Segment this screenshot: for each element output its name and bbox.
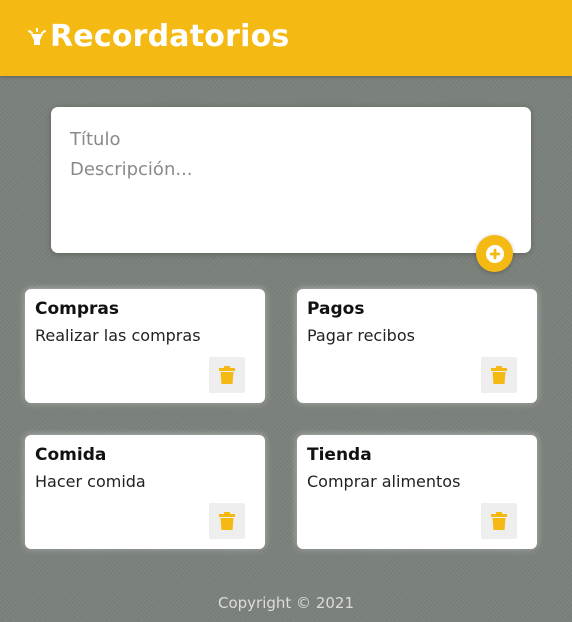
note-description: Comprar alimentos xyxy=(307,472,461,491)
trash-icon xyxy=(491,512,507,530)
delete-note-button[interactable] xyxy=(481,357,517,393)
note-title: Tienda xyxy=(307,445,372,465)
delete-note-button[interactable] xyxy=(209,357,245,393)
note-title: Comida xyxy=(35,445,107,465)
note-description: Hacer comida xyxy=(35,472,146,491)
note-card: Compras Realizar las compras xyxy=(25,289,265,403)
trash-icon xyxy=(219,366,235,384)
footer: Copyright © 2021 xyxy=(0,594,572,612)
description-input[interactable] xyxy=(70,159,510,239)
note-card: Comida Hacer comida xyxy=(25,435,265,549)
plus-circle-icon xyxy=(485,244,504,263)
delete-note-button[interactable] xyxy=(481,503,517,539)
note-title: Compras xyxy=(35,299,120,319)
add-reminder-button[interactable] xyxy=(476,235,513,272)
app-header: Recordatorios xyxy=(0,0,572,76)
trash-icon xyxy=(219,512,235,530)
note-card: Tienda Comprar alimentos xyxy=(297,435,537,549)
note-description: Pagar recibos xyxy=(307,326,415,345)
copyright-text: Copyright © 2021 xyxy=(217,594,354,612)
note-description: Realizar las compras xyxy=(35,326,201,345)
trash-icon xyxy=(491,366,507,384)
note-card: Pagos Pagar recibos xyxy=(297,289,537,403)
note-title: Pagos xyxy=(307,299,365,319)
delete-note-button[interactable] xyxy=(209,503,245,539)
app-title: Recordatorios xyxy=(50,19,290,54)
title-input[interactable] xyxy=(70,126,510,152)
new-reminder-form xyxy=(51,107,531,253)
lightbulb-icon xyxy=(28,28,46,45)
